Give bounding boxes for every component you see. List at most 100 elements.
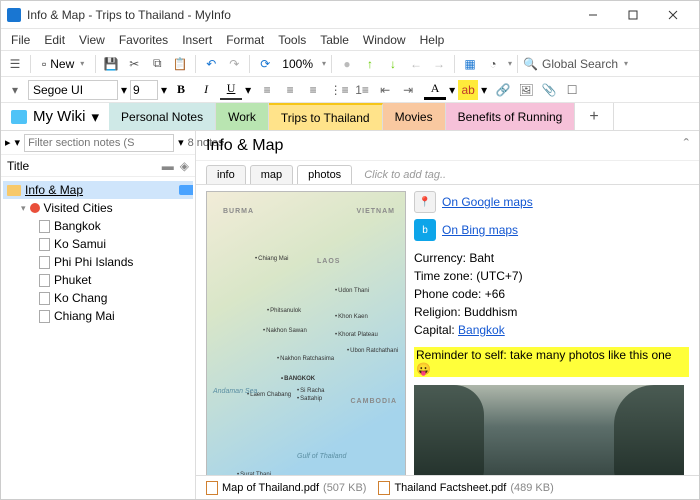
note-tab-info[interactable]: info xyxy=(206,165,246,184)
tree-item-phi-phi[interactable]: Phi Phi Islands xyxy=(3,253,193,271)
menu-file[interactable]: File xyxy=(5,31,36,49)
new-doc-icon: ▫ xyxy=(42,57,46,71)
paste-icon[interactable]: 📋 xyxy=(170,54,190,74)
nav-fwd-icon[interactable]: → xyxy=(429,54,449,74)
table-icon[interactable]: ▦ xyxy=(460,54,480,74)
note-tree: Info & Map ▾ Visited Cities Bangkok Ko S… xyxy=(1,177,195,499)
menu-edit[interactable]: Edit xyxy=(38,31,71,49)
tab-movies[interactable]: Movies xyxy=(383,103,446,130)
menu-format[interactable]: Format xyxy=(220,31,270,49)
capital-link[interactable]: Bangkok xyxy=(458,323,505,337)
workspace-tabs: My Wiki ▾ Personal Notes Work Trips to T… xyxy=(1,103,699,131)
new-button[interactable]: ▫ New ▾ xyxy=(36,55,90,73)
font-size-input[interactable] xyxy=(130,80,158,100)
add-tab-button[interactable]: + xyxy=(575,103,613,130)
style-dropdown[interactable]: ▾ xyxy=(5,80,25,100)
content-pane: Info & Map ˆ info map photos Click to ad… xyxy=(196,131,699,499)
tree-item-info-map[interactable]: Info & Map xyxy=(3,181,193,199)
tab-personal-notes[interactable]: Personal Notes xyxy=(109,103,216,130)
number-list-icon[interactable]: 1≡ xyxy=(352,80,372,100)
font-family-input[interactable] xyxy=(28,80,118,100)
global-search[interactable]: 🔍 Global Search ▾ xyxy=(523,57,628,71)
format-toolbar: ▾ ▾ ▾ B I U ▾ ≡ ≡ ≡ ⋮≡ 1≡ ⇤ ⇥ A ▾ ab ▾ 🔗… xyxy=(1,77,699,103)
tree-header[interactable]: Title ▬◈ xyxy=(1,155,195,177)
tree-item-visited-cities[interactable]: ▾ Visited Cities xyxy=(3,199,193,217)
indent-icon[interactable]: ⇥ xyxy=(398,80,418,100)
thailand-map: BURMA VIETNAM LAOS CAMBODIA VIETNAM Chia… xyxy=(206,191,406,475)
tab-trips-thailand[interactable]: Trips to Thailand xyxy=(269,103,383,130)
underline-button[interactable]: U xyxy=(220,80,242,100)
copy-icon[interactable]: ⧉ xyxy=(147,54,167,74)
minimize-button[interactable] xyxy=(573,4,613,26)
menu-help[interactable]: Help xyxy=(414,31,451,49)
tab-benefits-running[interactable]: Benefits of Running xyxy=(446,103,576,130)
italic-button[interactable]: I xyxy=(195,80,217,100)
nav-back-icon[interactable]: ← xyxy=(406,54,426,74)
main-toolbar: ☰ ▫ New ▾ 💾 ✂ ⧉ 📋 ↶ ↷ ⟳ 100% ▾ ● ↑ ↓ ← →… xyxy=(1,51,699,77)
google-maps-link[interactable]: 📍 On Google maps xyxy=(414,191,689,213)
align-center-icon[interactable]: ≡ xyxy=(280,80,300,100)
zoom-level[interactable]: 100% xyxy=(278,55,317,73)
note-tab-map[interactable]: map xyxy=(250,165,293,184)
attachment-factsheet-pdf[interactable]: Thailand Factsheet.pdf (489 KB) xyxy=(378,481,553,495)
menu-favorites[interactable]: Favorites xyxy=(113,31,174,49)
tree-item-bangkok[interactable]: Bangkok xyxy=(3,217,193,235)
link-icon[interactable]: 🔗 xyxy=(493,80,513,100)
tag-col-icon: ◈ xyxy=(180,159,189,173)
search-icon: 🔍 xyxy=(523,57,538,71)
filter-input[interactable] xyxy=(24,134,174,152)
font-color-button[interactable]: A xyxy=(424,80,446,100)
doc-icon xyxy=(39,220,50,233)
chat-icon: ▬ xyxy=(162,159,174,173)
more-icon[interactable]: ☐ xyxy=(562,80,582,100)
tree-icon[interactable]: ☰ xyxy=(5,54,25,74)
facts-block: Currency: Baht Time zone: (UTC+7) Phone … xyxy=(414,249,689,339)
add-tag-button[interactable]: Click to add tag.. xyxy=(356,166,454,184)
filter-icon[interactable]: ▸ xyxy=(5,136,11,149)
menu-view[interactable]: View xyxy=(73,31,111,49)
sidebar: ▸ ▾ ▾ 8 notes Title ▬◈ Info & Map ▾ Visi… xyxy=(1,131,196,499)
window-title: Info & Map - Trips to Thailand - MyInfo xyxy=(27,8,573,22)
tab-work[interactable]: Work xyxy=(216,103,269,130)
attach-icon[interactable]: 📎 xyxy=(539,80,559,100)
align-left-icon[interactable]: ≡ xyxy=(257,80,277,100)
move-down-icon[interactable]: ↓ xyxy=(383,54,403,74)
menu-window[interactable]: Window xyxy=(357,31,412,49)
align-right-icon[interactable]: ≡ xyxy=(303,80,323,100)
bold-button[interactable]: B xyxy=(170,80,192,100)
refresh-icon[interactable]: ⟳ xyxy=(255,54,275,74)
redo-icon[interactable]: ↷ xyxy=(224,54,244,74)
tree-item-ko-samui[interactable]: Ko Samui xyxy=(3,235,193,253)
menu-insert[interactable]: Insert xyxy=(176,31,218,49)
tag-icon xyxy=(179,185,193,195)
disc-icon[interactable]: ● xyxy=(337,54,357,74)
bullet-list-icon[interactable]: ⋮≡ xyxy=(329,80,349,100)
tree-item-chiang-mai[interactable]: Chiang Mai xyxy=(3,307,193,325)
bing-maps-link[interactable]: b On Bing maps xyxy=(414,219,689,241)
doc-icon xyxy=(39,292,50,305)
menu-tools[interactable]: Tools xyxy=(272,31,312,49)
highlight-button[interactable]: ab xyxy=(458,80,478,100)
outdent-icon[interactable]: ⇤ xyxy=(375,80,395,100)
maximize-button[interactable] xyxy=(613,4,653,26)
tool-icon[interactable]: ◔ xyxy=(483,54,503,74)
title-bar: Info & Map - Trips to Thailand - MyInfo xyxy=(1,1,699,29)
pin-icon xyxy=(30,203,40,213)
undo-icon[interactable]: ↶ xyxy=(201,54,221,74)
collapse-icon[interactable]: ˆ xyxy=(684,137,689,155)
wiki-icon xyxy=(11,110,27,124)
reminder-text: Reminder to self: take many photos like … xyxy=(414,347,689,377)
move-up-icon[interactable]: ↑ xyxy=(360,54,380,74)
tree-item-ko-chang[interactable]: Ko Chang xyxy=(3,289,193,307)
save-icon[interactable]: 💾 xyxy=(101,54,121,74)
close-button[interactable] xyxy=(653,4,693,26)
image-icon[interactable]: 🖼 xyxy=(516,80,536,100)
menu-table[interactable]: Table xyxy=(314,31,355,49)
cut-icon[interactable]: ✂ xyxy=(124,54,144,74)
tree-item-phuket[interactable]: Phuket xyxy=(3,271,193,289)
note-tab-photos[interactable]: photos xyxy=(297,165,352,184)
pdf-icon xyxy=(378,481,390,495)
attachment-map-pdf[interactable]: Map of Thailand.pdf (507 KB) xyxy=(206,481,366,495)
funnel-icon[interactable]: ▾ xyxy=(15,136,21,149)
wiki-selector[interactable]: My Wiki ▾ xyxy=(1,103,109,130)
